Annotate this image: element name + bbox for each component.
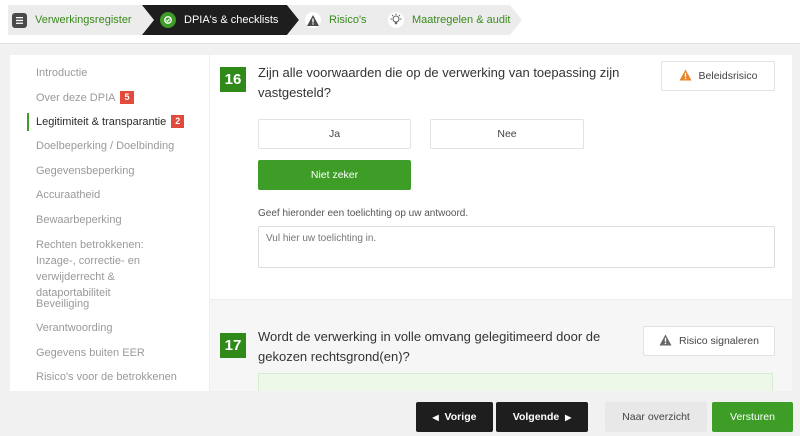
- breadcrumb-step-label: DPIA's & checklists: [184, 14, 279, 26]
- flag-label: Risico signaleren: [679, 335, 759, 347]
- sidebar-item-label: Gegevens buiten EER: [36, 347, 145, 359]
- question-content: 16 Zijn alle voorwaarden die op de verwe…: [209, 55, 792, 391]
- previous-button[interactable]: ◀ Vorige: [416, 402, 493, 432]
- sidebar-item-label: Over deze DPIA: [36, 92, 116, 104]
- caret-right-icon: ▶: [565, 412, 572, 422]
- breadcrumb-step-label: Maatregelen & audit: [412, 14, 511, 26]
- sidebar-item-introductie[interactable]: Introductie: [36, 65, 201, 81]
- breadcrumb-step-dpia[interactable]: DPIA's & checklists: [142, 5, 299, 35]
- sidebar-item-accuraatheid[interactable]: Accuraatheid: [36, 187, 201, 203]
- section-sidebar: Introductie Over deze DPIA 5 Legitimiteit…: [10, 55, 206, 391]
- breadcrumb-step-label: Risico's: [329, 14, 367, 26]
- sidebar-item-label: Legitimiteit & transparantie: [36, 116, 167, 128]
- count-badge: 2: [171, 115, 185, 128]
- sidebar-item-label: Bewaarbeperking: [36, 214, 122, 226]
- sidebar-item-over-deze-dpia[interactable]: Over deze DPIA 5: [36, 90, 201, 106]
- sidebar-item-label: Verantwoording: [36, 322, 113, 334]
- answer-option-niet-zeker[interactable]: Niet zeker: [258, 160, 411, 190]
- sidebar-item-verantwoording[interactable]: Verantwoording: [36, 320, 201, 336]
- signal-risk-button[interactable]: Risico signaleren: [643, 326, 775, 356]
- sidebar-item-label: Gegevensbeperking: [36, 165, 135, 177]
- next-button[interactable]: Volgende ▶: [496, 402, 588, 432]
- warning-icon: [679, 69, 692, 84]
- caret-left-icon: ◀: [432, 412, 439, 422]
- breadcrumb-step-risks[interactable]: Risico's: [287, 5, 382, 35]
- answer-area: [258, 373, 773, 391]
- sidebar-item-label: Accuraatheid: [36, 189, 101, 201]
- breadcrumb-step-label: Verwerkingsregister: [35, 14, 132, 26]
- sidebar-item-risicos-betrokkenen[interactable]: Risico's voor de betrokkenen: [36, 369, 201, 385]
- lightbulb-icon: [388, 12, 404, 28]
- sidebar-item-label: Doelbeperking / Doelbinding: [36, 140, 175, 152]
- sidebar-item-gegevensbeperking[interactable]: Gegevensbeperking: [36, 163, 201, 179]
- dpia-panel: Introductie Over deze DPIA 5 Legitimiteit…: [10, 55, 792, 391]
- warning-icon: [305, 12, 321, 28]
- sidebar-item-beveiliging[interactable]: Beveiliging: [36, 296, 201, 312]
- breadcrumb-step-register[interactable]: Verwerkingsregister: [8, 5, 170, 35]
- count-badge: 5: [120, 91, 134, 104]
- sidebar-item-doelbeperking[interactable]: Doelbeperking / Doelbinding: [36, 138, 201, 154]
- button-label: Vorige: [444, 411, 477, 423]
- question-text: Zijn alle voorwaarden die op de verwerki…: [258, 65, 620, 100]
- question-text: Wordt de verwerking in volle omvang gele…: [258, 329, 601, 364]
- active-indicator: [27, 113, 29, 131]
- sidebar-item-bewaarbeperking[interactable]: Bewaarbeperking: [36, 212, 201, 228]
- policy-risk-button[interactable]: Beleidsrisico: [661, 61, 775, 91]
- sidebar-item-legitimiteit[interactable]: Legitimiteit & transparantie 2: [36, 114, 201, 130]
- sidebar-item-label: Beveiliging: [36, 298, 90, 310]
- button-label: Volgende: [512, 411, 560, 423]
- flag-label: Beleidsrisico: [698, 70, 758, 82]
- question-number: 17: [220, 333, 246, 358]
- answer-option-nee[interactable]: Nee: [430, 119, 584, 149]
- sidebar-item-gegevens-buiten-eer[interactable]: Gegevens buiten EER: [36, 345, 201, 361]
- warning-icon: [659, 334, 672, 349]
- explanation-textarea[interactable]: [258, 226, 775, 268]
- overview-button[interactable]: Naar overzicht: [605, 402, 707, 432]
- explanation-label: Geef hieronder een toelichting op uw ant…: [258, 208, 469, 219]
- sidebar-item-rechten-betrokkenen[interactable]: Rechten betrokkenen: Inzage-, correctie-…: [36, 237, 186, 301]
- sidebar-item-label: Rechten betrokkenen: Inzage-, correctie-…: [36, 239, 144, 299]
- progress-breadcrumb: Verwerkingsregister DPIA's & checklists …: [0, 0, 800, 44]
- submit-button[interactable]: Versturen: [712, 402, 793, 432]
- breadcrumb-step-measures[interactable]: Maatregelen & audit: [370, 5, 522, 35]
- answer-option-ja[interactable]: Ja: [258, 119, 411, 149]
- checklist-icon: [160, 12, 176, 28]
- sidebar-item-label: Introductie: [36, 67, 88, 79]
- sidebar-item-label: Risico's voor de betrokkenen: [36, 371, 177, 383]
- register-icon: [12, 12, 27, 28]
- question-number: 16: [220, 67, 246, 92]
